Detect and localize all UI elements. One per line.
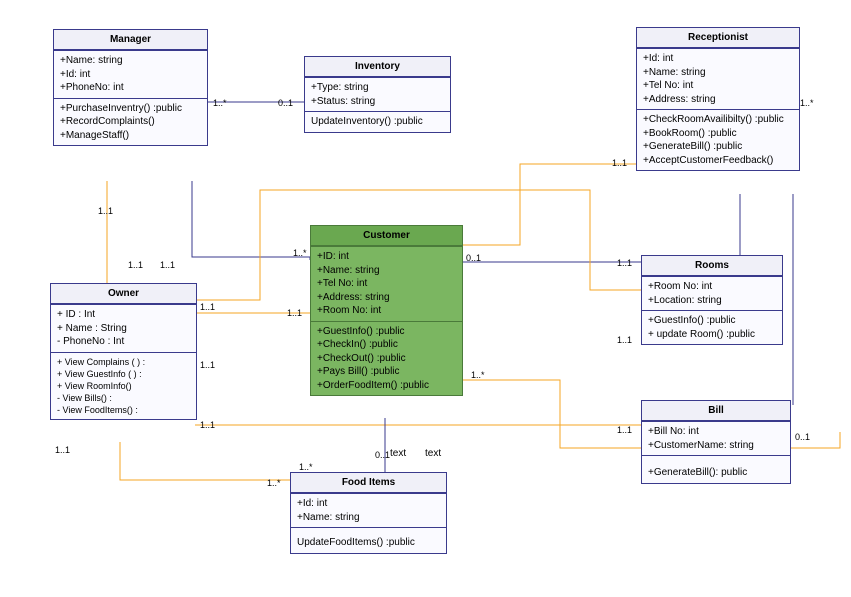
multiplicity: 1..1 [617, 425, 632, 435]
attributes: +Id: int +Name: string +Tel No: int +Add… [637, 48, 799, 109]
multiplicity: 1..1 [200, 302, 215, 312]
class-rooms: Rooms +Room No: int +Location: string +G… [641, 255, 783, 345]
operations: +CheckRoomAvailibilty() :public +BookRoo… [637, 109, 799, 170]
class-title: Rooms [642, 256, 782, 276]
class-bill: Bill +Bill No: int +CustomerName: string… [641, 400, 791, 484]
operations: UpdateFoodItems() :public [291, 527, 446, 553]
attributes: +Type: string +Status: string [305, 77, 450, 111]
multiplicity: 0..1 [375, 450, 390, 460]
attributes: +Id: int +Name: string [291, 493, 446, 527]
multiplicity: 1..1 [128, 260, 143, 270]
edge-label: text [390, 448, 406, 459]
multiplicity: 1..* [213, 98, 227, 108]
multiplicity: 1..1 [160, 260, 175, 270]
operations: +GenerateBill(): public [642, 455, 790, 483]
edge-customer-fooditems [385, 418, 409, 468]
multiplicity: 1..* [299, 462, 313, 472]
class-title: Bill [642, 401, 790, 421]
multiplicity: 1..1 [617, 258, 632, 268]
class-title: Customer [311, 226, 462, 246]
multiplicity: 1..* [471, 370, 485, 380]
multiplicity: 1..1 [612, 158, 627, 168]
multiplicity: 1..1 [98, 206, 113, 216]
multiplicity: 1..* [800, 98, 814, 108]
class-manager: Manager +Name: string +Id: int +PhoneNo:… [53, 29, 208, 146]
attributes: +Name: string +Id: int +PhoneNo: int [54, 50, 207, 98]
class-owner: Owner + ID : Int + Name : String - Phone… [50, 283, 197, 420]
multiplicity: 0..1 [466, 253, 481, 263]
multiplicity: 1..1 [287, 308, 302, 318]
operations: +GuestInfo() :public + update Room() :pu… [642, 310, 782, 344]
attributes: +ID: int +Name: string +Tel No: int +Add… [311, 246, 462, 321]
multiplicity: 1..* [267, 478, 281, 488]
class-inventory: Inventory +Type: string +Status: string … [304, 56, 451, 133]
class-receptionist: Receptionist +Id: int +Name: string +Tel… [636, 27, 800, 171]
multiplicity: 1..1 [617, 335, 632, 345]
multiplicity: 0..1 [278, 98, 293, 108]
class-fooditems: Food Items +Id: int +Name: string Update… [290, 472, 447, 554]
class-title: Food Items [291, 473, 446, 493]
edge-owner-fooditems [120, 442, 290, 480]
class-customer: Customer +ID: int +Name: string +Tel No:… [310, 225, 463, 396]
multiplicity: 1..* [293, 248, 307, 258]
multiplicity: 0..1 [795, 432, 810, 442]
attributes: +Bill No: int +CustomerName: string [642, 421, 790, 455]
class-title: Receptionist [637, 28, 799, 48]
multiplicity: 1..1 [55, 445, 70, 455]
multiplicity: 1..1 [200, 360, 215, 370]
edge-manager-customer [192, 181, 310, 260]
class-title: Manager [54, 30, 207, 50]
operations: +GuestInfo() :public +CheckIn() :public … [311, 321, 462, 396]
multiplicity: 1..1 [200, 420, 215, 430]
attributes: +Room No: int +Location: string [642, 276, 782, 310]
attributes: + ID : Int + Name : String - PhoneNo : I… [51, 304, 196, 352]
edge-label: text [425, 448, 441, 459]
class-title: Inventory [305, 57, 450, 77]
operations: UpdateInventory() :public [305, 111, 450, 132]
operations: +PurchaseInventry() :public +RecordCompl… [54, 98, 207, 146]
operations: + View Complains ( ) : + View GuestInfo … [51, 352, 196, 420]
edge-customer-receptionist [461, 164, 636, 245]
class-title: Owner [51, 284, 196, 304]
